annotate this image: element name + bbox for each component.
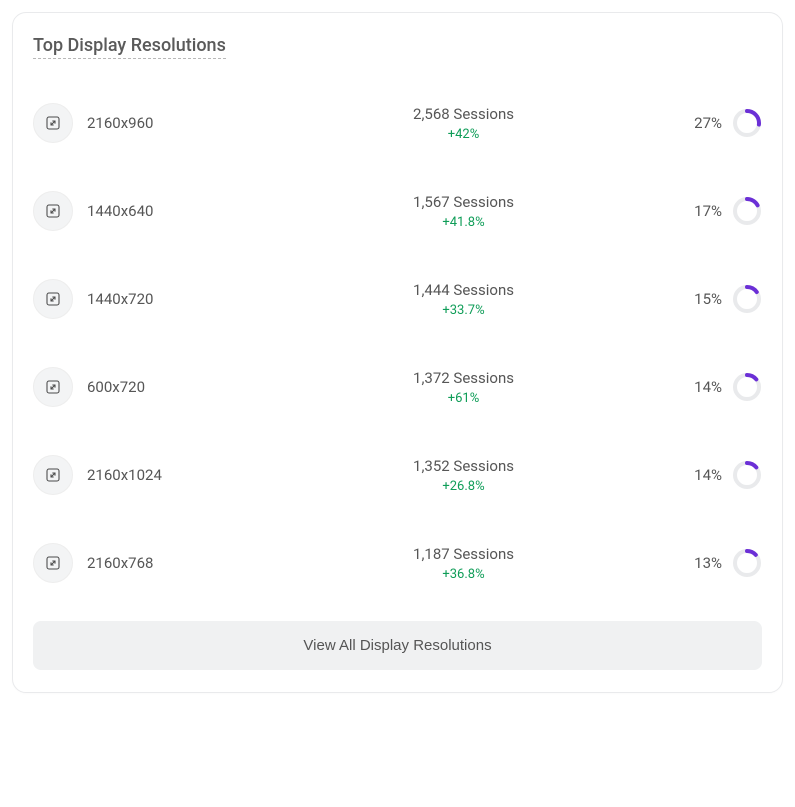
resolution-row: 1440x720 1,444 Sessions +33.7% 15% [33,255,762,343]
sessions-block: 1,444 Sessions +33.7% [247,281,680,318]
resolution-row: 2160x1024 1,352 Sessions +26.8% 14% [33,431,762,519]
share-label: 27% [680,114,722,132]
resolution-label: 1440x640 [87,202,247,220]
view-all-button[interactable]: View All Display Resolutions [33,621,762,670]
sessions-label: 1,567 Sessions [247,193,680,211]
expand-icon [33,543,73,583]
share-label: 15% [680,290,722,308]
delta-label: +33.7% [247,303,680,318]
delta-label: +26.8% [247,479,680,494]
share-donut [732,460,762,490]
share-donut [732,108,762,138]
sessions-label: 1,352 Sessions [247,457,680,475]
resolution-row: 2160x768 1,187 Sessions +36.8% 13% [33,519,762,607]
resolution-list: 2160x960 2,568 Sessions +42% 27% 1440x64… [33,79,762,607]
card-title[interactable]: Top Display Resolutions [33,35,226,59]
expand-icon [33,455,73,495]
resolution-label: 2160x768 [87,554,247,572]
expand-icon [33,279,73,319]
resolution-row: 600x720 1,372 Sessions +61% 14% [33,343,762,431]
top-resolutions-card: Top Display Resolutions 2160x960 2,568 S… [12,12,783,693]
expand-icon [33,367,73,407]
delta-label: +41.8% [247,215,680,230]
share-label: 14% [680,378,722,396]
share-donut [732,548,762,578]
resolution-label: 2160x960 [87,114,247,132]
delta-label: +61% [247,391,680,406]
sessions-label: 1,372 Sessions [247,369,680,387]
delta-label: +36.8% [247,567,680,582]
share-donut [732,372,762,402]
sessions-block: 1,567 Sessions +41.8% [247,193,680,230]
resolution-row: 2160x960 2,568 Sessions +42% 27% [33,79,762,167]
resolution-label: 2160x1024 [87,466,247,484]
sessions-block: 1,352 Sessions +26.8% [247,457,680,494]
share-donut [732,196,762,226]
delta-label: +42% [247,127,680,142]
sessions-block: 2,568 Sessions +42% [247,105,680,142]
resolution-row: 1440x640 1,567 Sessions +41.8% 17% [33,167,762,255]
share-label: 14% [680,466,722,484]
resolution-label: 600x720 [87,378,247,396]
sessions-label: 1,444 Sessions [247,281,680,299]
sessions-block: 1,187 Sessions +36.8% [247,545,680,582]
sessions-label: 1,187 Sessions [247,545,680,563]
share-donut [732,284,762,314]
resolution-label: 1440x720 [87,290,247,308]
expand-icon [33,191,73,231]
share-label: 17% [680,202,722,220]
share-label: 13% [680,554,722,572]
expand-icon [33,103,73,143]
sessions-label: 2,568 Sessions [247,105,680,123]
sessions-block: 1,372 Sessions +61% [247,369,680,406]
